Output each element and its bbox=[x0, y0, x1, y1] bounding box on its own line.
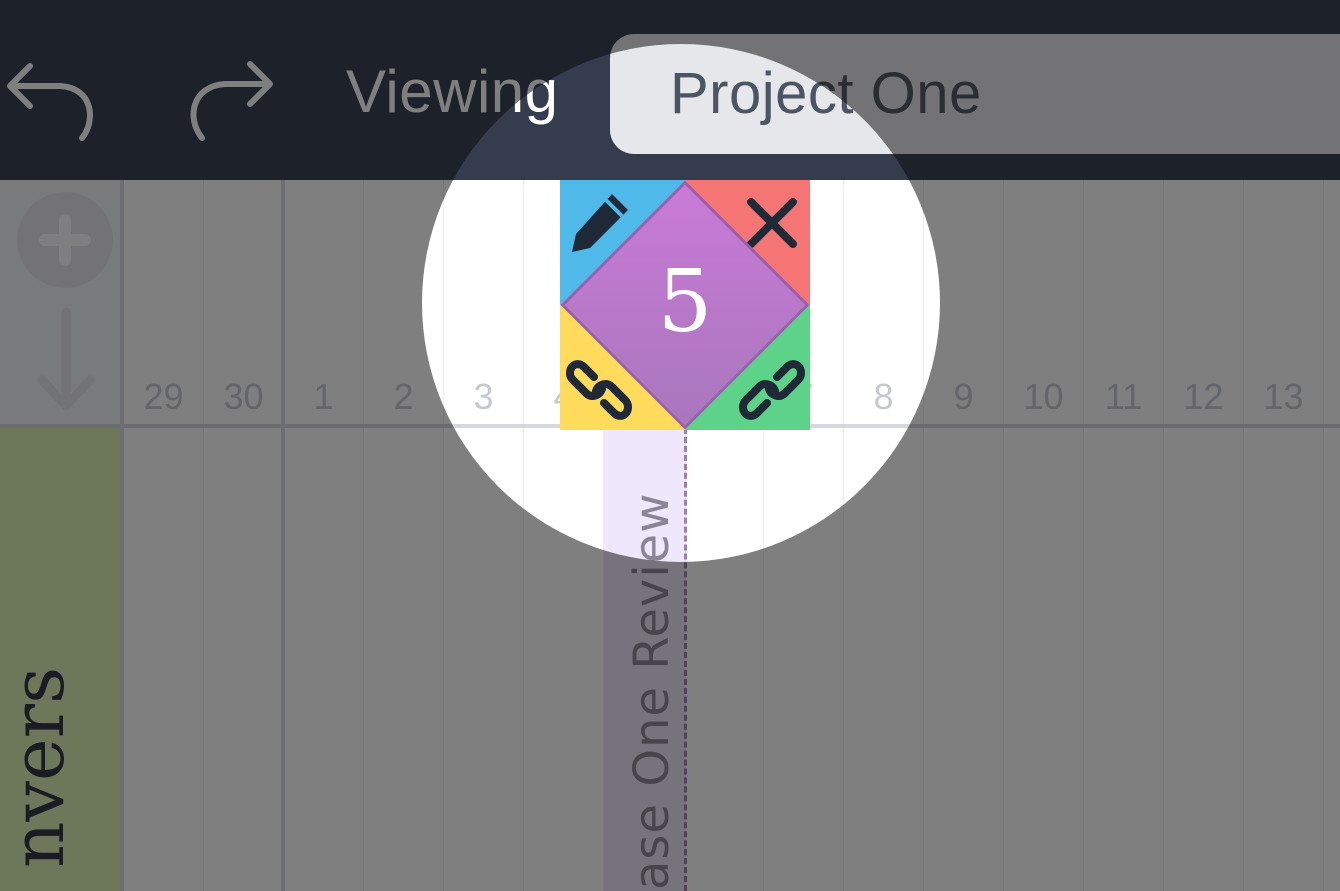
day-number: 1 bbox=[313, 376, 334, 417]
day-column[interactable] bbox=[364, 180, 444, 891]
month-divider bbox=[281, 180, 285, 891]
milestone[interactable]: 5 bbox=[560, 180, 810, 430]
day-column[interactable] bbox=[1244, 180, 1324, 891]
day-number: 13 bbox=[1263, 376, 1304, 417]
app-window: Viewing Project One 29301234567891011121… bbox=[0, 0, 1340, 891]
day-column[interactable] bbox=[844, 180, 924, 891]
add-row-button[interactable] bbox=[17, 192, 113, 288]
swimlane[interactable]: nvers bbox=[0, 428, 120, 891]
redo-icon[interactable] bbox=[180, 38, 280, 148]
day-column[interactable] bbox=[1084, 180, 1164, 891]
day-number: 12 bbox=[1183, 376, 1224, 417]
day-number: 3 bbox=[473, 376, 494, 417]
day-column[interactable] bbox=[444, 180, 524, 891]
milestone-number: 5 bbox=[657, 252, 713, 352]
project-selector[interactable]: Project One bbox=[610, 34, 1340, 154]
arrow-down-icon[interactable] bbox=[34, 306, 98, 416]
undo-icon[interactable] bbox=[0, 38, 100, 148]
day-number: 29 bbox=[143, 376, 184, 417]
day-column[interactable] bbox=[124, 180, 204, 891]
day-number: 30 bbox=[223, 376, 264, 417]
phase-label: ase One Review bbox=[624, 492, 680, 890]
phase-marker-line bbox=[684, 428, 687, 891]
viewing-label: Viewing bbox=[346, 58, 559, 125]
side-panel: nvers bbox=[0, 180, 120, 891]
day-number: 10 bbox=[1023, 376, 1064, 417]
side-panel-header bbox=[0, 180, 120, 424]
day-number: 2 bbox=[393, 376, 414, 417]
day-number: 8 bbox=[873, 376, 894, 417]
toolbar: Viewing Project One bbox=[0, 0, 1340, 180]
day-column[interactable] bbox=[1164, 180, 1244, 891]
project-name: Project One bbox=[670, 61, 982, 126]
day-number: 11 bbox=[1104, 376, 1143, 417]
day-column[interactable] bbox=[284, 180, 364, 891]
side-panel-border bbox=[120, 180, 124, 891]
swimlane-label: nvers bbox=[0, 666, 80, 868]
day-number: 9 bbox=[953, 376, 974, 417]
day-column[interactable] bbox=[924, 180, 1004, 891]
day-column[interactable] bbox=[1004, 180, 1084, 891]
day-column[interactable] bbox=[204, 180, 284, 891]
